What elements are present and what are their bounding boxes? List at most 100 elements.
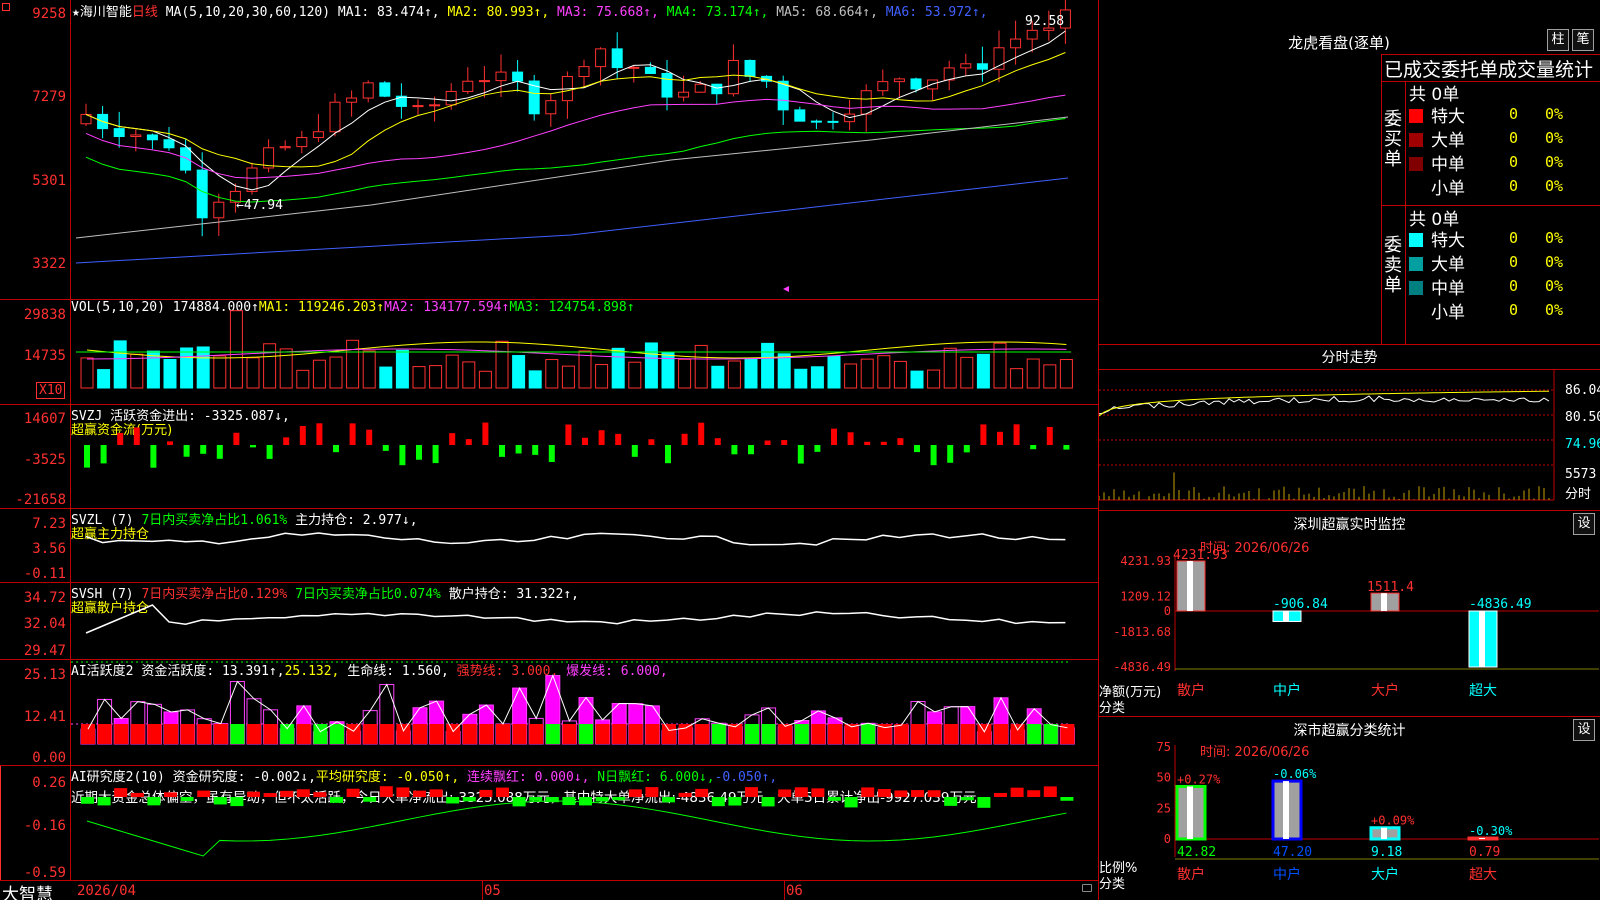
candle-body xyxy=(794,109,806,122)
chart-area[interactable]: ★海川智能日线 MA(5,10,20,30,60,120) MA1: 83.47… xyxy=(0,0,1098,900)
classify-category-label: 散户 xyxy=(1177,866,1205,883)
main-hold-line xyxy=(85,532,1066,546)
monitor-bar-highlight xyxy=(1283,611,1289,622)
fund-flow-bar xyxy=(781,440,788,445)
ai-research-chart[interactable] xyxy=(71,766,1098,880)
volume-bar xyxy=(97,369,111,389)
active-base-bar xyxy=(346,724,361,744)
research-bar xyxy=(794,787,808,797)
svsh-y-label: 32.04 xyxy=(23,616,66,632)
lock-icon[interactable] xyxy=(1082,884,1092,892)
monitor-bar-highlight xyxy=(1479,611,1485,667)
active-base-bar xyxy=(213,724,228,744)
classify-value-label: 42.82 xyxy=(1177,845,1216,860)
candle-body xyxy=(196,169,208,219)
research-bar xyxy=(213,797,227,805)
active-base-bar xyxy=(363,724,378,744)
ai-active-y-label: 12.41 xyxy=(23,709,66,725)
volume-bar xyxy=(146,350,160,389)
volume-chart[interactable] xyxy=(71,300,1098,404)
candle-body xyxy=(661,72,673,98)
candle-body xyxy=(346,97,358,103)
monitor-bar-highlight xyxy=(1187,561,1193,611)
research-bar xyxy=(811,788,825,797)
main-y-label: 5301 xyxy=(32,173,66,189)
sell-order-pct: 0% xyxy=(1545,277,1564,295)
svsh-chart[interactable] xyxy=(71,583,1098,659)
volume-bar xyxy=(678,358,692,389)
candle-body xyxy=(146,134,158,141)
color-swatch-icon xyxy=(1409,281,1423,295)
research-bar xyxy=(130,792,144,797)
volume-bar xyxy=(727,360,741,389)
sell-order-name: 特大 xyxy=(1431,231,1465,251)
active-base-bar xyxy=(413,724,427,744)
main-candle-chart[interactable] xyxy=(71,0,1098,299)
monitor-category-label: 散户 xyxy=(1177,682,1205,699)
svzj-chart[interactable] xyxy=(71,405,1098,508)
sz-classify-axis-cat: 分类 xyxy=(1099,877,1126,892)
svzj-y-label: -3525 xyxy=(23,452,66,468)
active-base-bar xyxy=(612,724,627,744)
active-base-bar xyxy=(379,724,394,744)
research-bar xyxy=(97,797,111,806)
research-bar xyxy=(247,791,260,797)
intraday-y-label: 74.96 xyxy=(1565,437,1600,452)
fund-flow-bar xyxy=(482,422,489,445)
volume-bar xyxy=(429,365,443,389)
monitor-category-label: 大户 xyxy=(1371,682,1399,699)
research-bar xyxy=(977,797,991,808)
candle-body xyxy=(312,131,324,139)
buy-order-pct: 0% xyxy=(1545,129,1564,147)
volume-bar xyxy=(379,366,393,389)
order-stat-header: 已成交委托单成交量统计 xyxy=(1384,59,1594,81)
sell-order-pct: 0% xyxy=(1545,229,1564,247)
candle-body xyxy=(246,167,258,192)
volume-bar xyxy=(910,370,924,389)
candle-body xyxy=(744,59,756,77)
intraday-chart[interactable] xyxy=(1099,370,1564,510)
sz-monitor-axis-cat: 分类 xyxy=(1099,701,1126,716)
sz-classify-chart[interactable]: 75 50 25 0 +0.27% 42.82 散户 -0.06% 47.20 中户 +0.09% 9… xyxy=(1099,717,1600,900)
fund-flow-bar xyxy=(648,439,655,445)
fund-flow-bar xyxy=(133,427,140,445)
research-bar xyxy=(778,789,792,797)
candle-body xyxy=(893,78,905,83)
research-bar xyxy=(164,792,177,797)
fund-flow-bar xyxy=(731,445,738,455)
volume-bar xyxy=(213,355,227,389)
sz-monitor-chart[interactable]: 4231.93 1209.120 -1813.68 -4836.49 4231.93 散户… xyxy=(1099,511,1600,717)
fund-flow-bar xyxy=(366,429,373,445)
volume-bar xyxy=(794,368,808,389)
active-base-bar xyxy=(529,724,544,744)
ai-active-chart[interactable] xyxy=(71,660,1098,765)
volume-bar xyxy=(528,370,542,389)
fund-flow-bar xyxy=(316,423,323,445)
ai-research-y-label: 0.26 xyxy=(32,775,66,791)
svzl-chart[interactable] xyxy=(71,509,1098,582)
classify-category-label: 超大 xyxy=(1469,867,1497,883)
app-name-label: 大智慧 xyxy=(2,885,53,900)
sz-classify-panel: 深市超赢分类统计 设 时间: 2026/06/26 75 50 25 0 +0.27% 4… xyxy=(1099,717,1600,900)
pen-mode-button[interactable]: 笔 xyxy=(1572,29,1594,51)
research-bar xyxy=(994,793,1007,797)
fund-flow-bar xyxy=(665,445,671,464)
candle-body xyxy=(860,90,872,115)
candle-body xyxy=(412,105,424,108)
research-bar xyxy=(828,797,841,801)
sell-order-count: 0 xyxy=(1509,253,1519,271)
classify-bar-highlight xyxy=(1283,781,1289,839)
active-base-bar xyxy=(695,724,710,744)
fund-flow-bar xyxy=(930,445,937,466)
research-bar xyxy=(313,792,327,797)
research-bar xyxy=(960,797,974,801)
fund-flow-bar xyxy=(681,433,688,445)
classify-y-label: 0 xyxy=(1164,832,1171,846)
intraday-panel[interactable]: 分时走势 86.04 80.50 74.96 5573 分时 xyxy=(1099,345,1600,511)
bar-mode-button[interactable]: 柱 xyxy=(1547,29,1569,51)
fund-flow-bar xyxy=(465,439,472,445)
intraday-y-label: 86.04 xyxy=(1565,383,1600,398)
svzl-y-label: 3.56 xyxy=(32,541,66,557)
fund-flow-bar xyxy=(266,445,273,459)
research-bar xyxy=(861,787,875,797)
